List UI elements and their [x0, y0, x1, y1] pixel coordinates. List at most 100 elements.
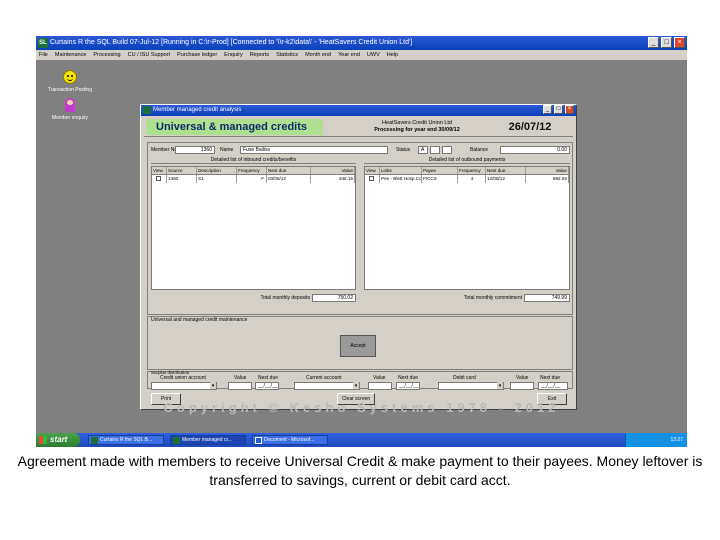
- table-cell: F: [237, 175, 267, 183]
- next-due-label: Next due: [258, 375, 279, 381]
- menu-processing[interactable]: Processing: [93, 50, 120, 60]
- transaction-posting-shortcut[interactable]: Transaction Posting: [40, 70, 100, 93]
- module-title: Universal & managed credits: [146, 119, 323, 135]
- current-account-select[interactable]: [294, 382, 360, 390]
- menu-month-end[interactable]: Month end: [305, 50, 331, 60]
- credit-union-value-field[interactable]: [228, 382, 252, 390]
- column-header[interactable]: Frequency: [237, 167, 267, 174]
- column-header[interactable]: Source: [167, 167, 197, 174]
- credit-union-account-select[interactable]: [151, 382, 217, 390]
- main-titlebar[interactable]: SL Curtains R the SQL Build 07-Jul-12 [R…: [36, 36, 687, 50]
- next-due-label: Next due: [398, 375, 419, 381]
- table-row[interactable]: 1360 S1 F 03/08/12 345.15: [152, 175, 355, 183]
- menu-purchase-ledger[interactable]: Purchase ledger: [177, 50, 217, 60]
- debit-card-label: Debit card: [453, 375, 476, 381]
- dialog-maximize-button[interactable]: □: [554, 105, 563, 114]
- debit-card-select[interactable]: [438, 382, 504, 390]
- dialog-close-button[interactable]: ×: [565, 105, 574, 114]
- next-due-label: Next due: [540, 375, 561, 381]
- processing-date: 26/07/12: [508, 121, 552, 133]
- view-checkbox[interactable]: [156, 176, 161, 181]
- view-checkbox[interactable]: [369, 176, 374, 181]
- value-label: Value: [516, 375, 529, 381]
- column-header[interactable]: View: [365, 167, 380, 174]
- column-header[interactable]: Next due: [267, 167, 311, 174]
- system-tray: 13:27: [625, 433, 687, 447]
- table-cell: 1360: [167, 175, 197, 183]
- table-cell: 12/08/12: [486, 175, 526, 183]
- main-window-title: Curtains R the SQL Build 07-Jul-12 [Runn…: [50, 39, 413, 46]
- taskbar: start Curtains R the SQL B... Member man…: [36, 433, 687, 447]
- menu-maintenance[interactable]: Maintenance: [55, 50, 87, 60]
- status-field-3[interactable]: [442, 146, 452, 154]
- smiley-icon: [63, 70, 77, 84]
- debit-card-value-field[interactable]: [510, 382, 534, 390]
- member-icon: [65, 98, 75, 112]
- minimize-button[interactable]: _: [648, 37, 659, 48]
- inbound-credits-grid[interactable]: View Source Description Frequency Next d…: [151, 166, 356, 290]
- view-cell[interactable]: [152, 175, 167, 183]
- total-deposits-field: 750.02: [312, 294, 356, 302]
- processing-period: Processing for year end 30/09/12: [374, 127, 460, 133]
- close-button[interactable]: ×: [674, 37, 685, 48]
- taskbar-item-main-app[interactable]: Curtains R the SQL B...: [88, 435, 164, 445]
- table-cell: S1: [197, 175, 237, 183]
- start-label: start: [50, 435, 68, 444]
- menu-cu-isu-support[interactable]: CU / ISU Support: [128, 50, 171, 60]
- value-label: Value: [373, 375, 386, 381]
- dialog-titlebar[interactable]: Member managed credit analysis _ □ ×: [141, 105, 576, 116]
- dialog-minimize-button[interactable]: _: [543, 105, 552, 114]
- view-cell[interactable]: [365, 175, 380, 183]
- taskbar-item-document[interactable]: Document - Microsof...: [252, 435, 328, 445]
- dialog-header: Universal & managed credits HeatSavers C…: [144, 119, 573, 137]
- app-icon: [91, 437, 98, 444]
- word-document-icon: [255, 437, 262, 444]
- column-header[interactable]: Frequency: [458, 167, 486, 174]
- column-header[interactable]: Next due: [486, 167, 526, 174]
- menu-enquiry[interactable]: Enquiry: [224, 50, 243, 60]
- maximize-button[interactable]: □: [661, 37, 672, 48]
- table-cell: 692.92: [526, 175, 569, 183]
- accept-button[interactable]: Accept: [340, 335, 376, 357]
- status-field-2[interactable]: [430, 146, 440, 154]
- column-header[interactable]: Description: [197, 167, 237, 174]
- outbound-list-title: Detailed list of outbound payments: [364, 156, 570, 164]
- current-account-value-field[interactable]: [368, 382, 392, 390]
- debit-card-next-due-field[interactable]: __/__/__: [538, 382, 568, 390]
- member-no-label: Member No: [151, 147, 178, 153]
- status-field[interactable]: A: [418, 146, 428, 154]
- credit-union-next-due-field[interactable]: __/__/__: [255, 382, 279, 390]
- column-header[interactable]: Links: [380, 167, 422, 174]
- taskbar-item-dialog[interactable]: Member managed cr...: [170, 435, 246, 445]
- column-header[interactable]: Payee: [422, 167, 458, 174]
- member-enquiry-shortcut[interactable]: Member enquiry: [40, 98, 100, 121]
- name-field[interactable]: Fuse Bailiss: [240, 146, 388, 154]
- menu-file[interactable]: File: [39, 50, 48, 60]
- table-row[interactable]: Pen - Blett Hosp Corp FICCS 4 12/08/12 6…: [365, 175, 569, 183]
- menu-help[interactable]: Help: [387, 50, 398, 60]
- taskbar-item-label: Curtains R the SQL B...: [100, 437, 153, 443]
- taskbar-item-label: Document - Microsof...: [264, 437, 315, 443]
- taskbar-item-label: Member managed cr...: [182, 437, 233, 443]
- clock[interactable]: 13:27: [670, 437, 683, 443]
- column-header[interactable]: Value: [311, 167, 355, 174]
- outbound-payments-grid[interactable]: View Links Payee Frequency Next due Valu…: [364, 166, 570, 290]
- current-account-next-due-field[interactable]: __/__/__: [396, 382, 420, 390]
- maintenance-panel: Universal and managed credit maintenance…: [147, 316, 573, 370]
- column-header[interactable]: Value: [526, 167, 569, 174]
- balance-label: Balance: [470, 147, 489, 153]
- column-header[interactable]: View: [152, 167, 167, 174]
- windows-flag-icon: [39, 436, 47, 444]
- organisation-name: HeatSavers Credit Union Ltd: [381, 120, 452, 126]
- surplus-distribution-panel: Surplus distribution Credit union accoun…: [147, 370, 573, 390]
- balance-field[interactable]: 0.00: [500, 146, 570, 154]
- menu-year-end[interactable]: Year end: [338, 50, 360, 60]
- credit-analysis-dialog: Member managed credit analysis _ □ × Uni…: [140, 104, 577, 410]
- menu-reports[interactable]: Reports: [250, 50, 269, 60]
- member-no-field[interactable]: 1360: [175, 146, 215, 154]
- start-button[interactable]: start: [36, 433, 80, 447]
- total-commitment-field: 749.99: [524, 294, 570, 302]
- menu-uwv[interactable]: UWV: [367, 50, 380, 60]
- menu-statistics[interactable]: Statistics: [276, 50, 298, 60]
- dialog-app-icon: [143, 106, 151, 114]
